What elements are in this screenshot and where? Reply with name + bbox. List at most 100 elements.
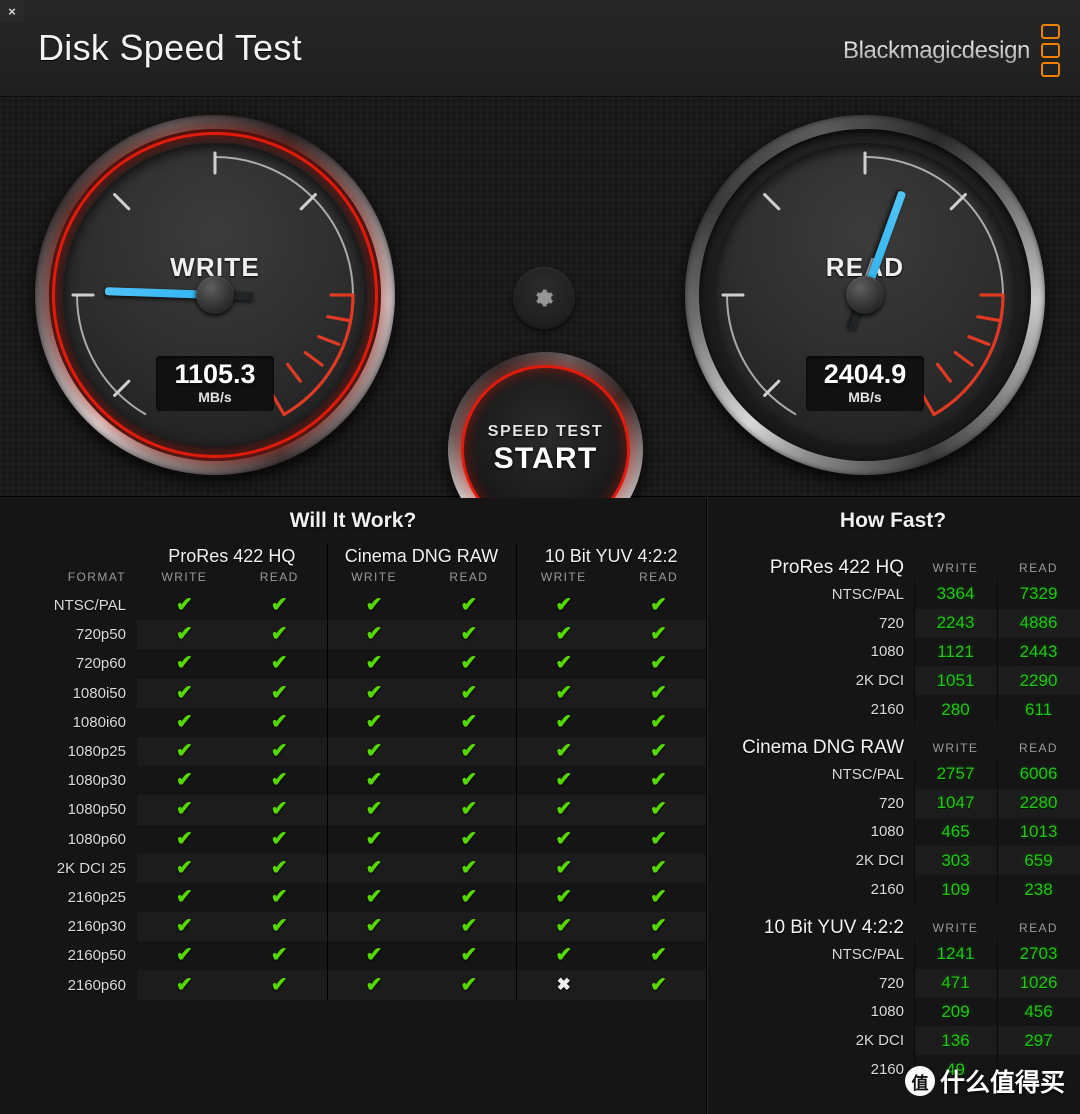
- read-unit: MB/s: [848, 389, 882, 405]
- check-icon: ✔: [176, 623, 193, 646]
- write-speed: 3364: [914, 580, 997, 609]
- group-header-1: Cinema DNG RAW: [327, 544, 517, 570]
- format-label: NTSC/PAL: [53, 597, 126, 615]
- support-cell: ✔: [232, 912, 327, 941]
- support-cell: ✔: [421, 708, 516, 737]
- write-speed: 303: [914, 846, 997, 875]
- app-header: Disk Speed Test Blackmagicdesign: [0, 0, 1080, 97]
- support-cell: ✔: [421, 679, 516, 708]
- check-icon: ✔: [650, 652, 667, 675]
- check-icon: ✔: [176, 944, 193, 967]
- write-value: 1105.3: [174, 358, 256, 389]
- support-cell: ✔: [327, 620, 422, 649]
- check-icon: ✔: [365, 973, 383, 996]
- table-row: NTSC/PAL 3364 7329: [706, 580, 1080, 609]
- check-icon: ✔: [650, 856, 667, 879]
- subcolumn-header: WRITE: [161, 570, 208, 584]
- check-icon: ✔: [270, 740, 288, 763]
- check-icon: ✔: [270, 798, 288, 821]
- support-cell: ✔: [327, 679, 422, 708]
- resolution-label: 720: [878, 974, 904, 992]
- will-it-work-table: FORMAT ProRes 422 HQ Cinema DNG RAW 10 Bit …: [0, 544, 706, 1000]
- support-cell: ✔: [137, 679, 232, 708]
- check-icon: ✔: [365, 652, 383, 675]
- check-icon: ✔: [270, 827, 288, 850]
- support-cell: ✔: [516, 854, 611, 883]
- format-label: 1080p25: [67, 743, 126, 761]
- write-gauge-hub: [196, 276, 234, 314]
- check-icon: ✔: [176, 885, 193, 908]
- resolution-label: 2K DCI: [855, 1032, 904, 1050]
- support-cell: ✔: [611, 795, 706, 824]
- read-speed: [997, 1055, 1080, 1084]
- read-gauge: READ 2404.9 MB/s: [685, 115, 1045, 475]
- support-cell: ✔: [611, 708, 706, 737]
- check-icon: ✔: [460, 856, 478, 879]
- support-cell: ✔: [421, 825, 516, 854]
- table-row: 2K DCI 136 297: [706, 1026, 1080, 1055]
- read-gauge-face: READ 2404.9 MB/s: [713, 143, 1017, 447]
- support-cell: ✔: [611, 620, 706, 649]
- write-readout: 1105.3 MB/s: [156, 355, 274, 411]
- write-gauge-face: WRITE 1105.3 MB/s: [63, 143, 367, 447]
- check-icon: ✔: [365, 827, 383, 850]
- support-cell: ✔: [516, 766, 611, 795]
- table-row: 720p50 ✔ ✔ ✔ ✔ ✔ ✔: [0, 620, 706, 649]
- table-row: 2160p60 ✔ ✔ ✔ ✔ ✖ ✔: [0, 970, 706, 999]
- read-speed: 2280: [997, 789, 1080, 818]
- support-cell: ✔: [232, 766, 327, 795]
- support-cell: ✔: [327, 649, 422, 678]
- write-gauge: WRITE 1105.3 MB/s: [35, 115, 395, 475]
- resolution-label: 2K DCI: [855, 672, 904, 690]
- table-row: NTSC/PAL 2757 6006: [706, 760, 1080, 789]
- check-icon: ✔: [460, 769, 478, 792]
- how-fast-panel: ProRes 422 HQ WRITE READ NTSC/PAL 3364 7329 72…: [706, 544, 1080, 1084]
- read-gauge-hub: [846, 276, 884, 314]
- gauges-section: WRITE 1105.3 MB/s SPEED TEST START READ …: [0, 97, 1080, 547]
- cross-icon: ✖: [556, 974, 571, 994]
- table-row: 2160 109 238: [706, 875, 1080, 904]
- close-icon[interactable]: ×: [0, 0, 24, 22]
- support-cell: ✔: [232, 708, 327, 737]
- support-cell: ✔: [137, 854, 232, 883]
- section-header-row: 10 Bit YUV 4:2:2 WRITE READ: [706, 904, 1080, 940]
- check-icon: ✔: [176, 973, 193, 996]
- disk-speed-test-app: × Disk Speed Test Blackmagicdesign WRITE…: [0, 0, 1080, 1114]
- section-header-row: ProRes 422 HQ WRITE READ: [706, 544, 1080, 580]
- logo-text: Blackmagicdesign: [842, 36, 1030, 64]
- settings-button[interactable]: [513, 267, 575, 329]
- read-speed: 7329: [997, 580, 1080, 609]
- resolution-label: 720: [878, 794, 904, 812]
- check-icon: ✔: [460, 594, 478, 617]
- support-cell: ✔: [232, 795, 327, 824]
- resolution-label: 2160: [870, 881, 904, 899]
- support-cell: ✔: [327, 825, 422, 854]
- read-value: 2404.9: [823, 358, 907, 389]
- check-icon: ✔: [270, 623, 288, 646]
- read-speed: 2290: [997, 666, 1080, 695]
- check-icon: ✔: [460, 944, 478, 967]
- check-icon: ✔: [270, 944, 288, 967]
- support-cell: ✔: [232, 854, 327, 883]
- check-icon: ✔: [460, 915, 478, 938]
- table-row: 2160p50 ✔ ✔ ✔ ✔ ✔ ✔: [0, 941, 706, 970]
- write-speed: 2757: [914, 760, 997, 789]
- support-cell: ✔: [137, 708, 232, 737]
- read-speed: 2703: [997, 940, 1080, 969]
- table-row: 1080 465 1013: [706, 818, 1080, 847]
- read-header: READ: [1019, 561, 1058, 575]
- check-icon: ✔: [270, 710, 288, 733]
- support-cell: ✔: [232, 679, 327, 708]
- read-header: READ: [1019, 920, 1058, 935]
- check-icon: ✔: [365, 769, 383, 792]
- check-icon: ✔: [176, 594, 193, 617]
- check-icon: ✔: [365, 710, 383, 733]
- format-label: 2160p25: [67, 888, 126, 906]
- table-row: NTSC/PAL ✔ ✔ ✔ ✔ ✔ ✔: [0, 591, 706, 620]
- check-icon: ✔: [365, 594, 383, 617]
- support-cell: ✔: [327, 912, 422, 941]
- support-cell: ✔: [327, 854, 422, 883]
- results-section: Will It Work? How Fast? FORMAT ProRes 422…: [0, 498, 1080, 1114]
- table-row: 720 471 1026: [706, 969, 1080, 998]
- support-cell: ✔: [611, 679, 706, 708]
